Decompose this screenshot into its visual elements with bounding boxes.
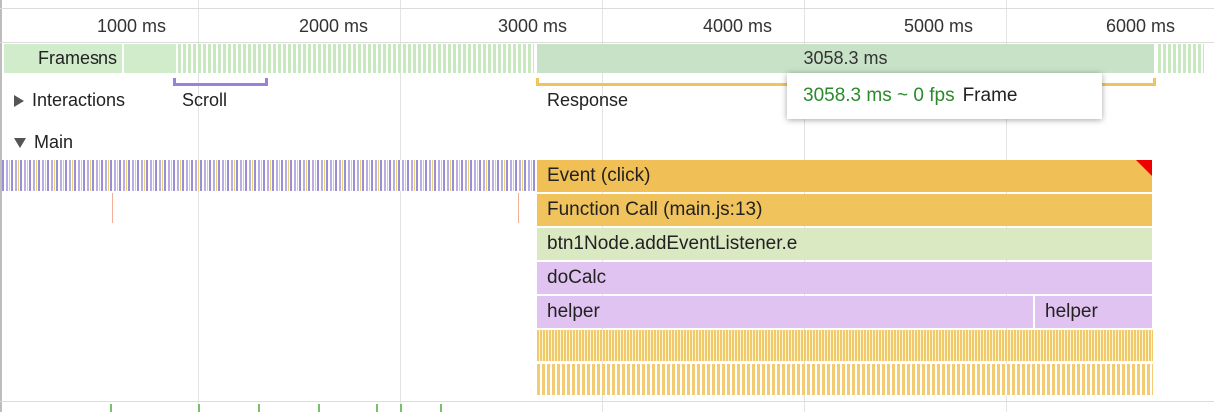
tooltip-kind: Frame: [962, 85, 1018, 106]
frame-marker: [198, 404, 200, 412]
main-track-label: Main: [34, 132, 74, 152]
scroll-interaction-label: Scroll: [182, 90, 228, 110]
frame-block[interactable]: [124, 44, 176, 73]
long-frame-duration: 3058.3 ms: [803, 48, 888, 68]
frame-marker: [110, 404, 112, 412]
frames-strip[interactable]: [178, 44, 534, 73]
ruler-tick: 3000 ms: [498, 16, 568, 36]
response-interaction-label: Response: [547, 90, 629, 110]
expand-right-icon[interactable]: [14, 94, 24, 107]
ruler-tick: 2000 ms: [299, 16, 369, 36]
flame-slice-helper[interactable]: helper: [1035, 296, 1153, 328]
collapse-down-icon[interactable]: [14, 137, 26, 148]
dense-call-stripes[interactable]: [537, 330, 1153, 361]
frame-marker: [376, 404, 378, 412]
flame-slice-listener[interactable]: btn1Node.addEventListener.e: [537, 228, 1153, 260]
frames-strip[interactable]: [1158, 44, 1204, 73]
ruler-tick: 5000 ms: [904, 16, 974, 36]
small-task[interactable]: [518, 193, 519, 223]
performance-timeline[interactable]: 1000 ms 2000 ms 3000 ms 4000 ms 5000 ms …: [0, 0, 1214, 412]
track-bottom-border: [0, 401, 1214, 402]
small-task[interactable]: [112, 193, 113, 223]
panel-left-border: [0, 0, 2, 412]
ruler-tick: 4000 ms: [703, 16, 773, 36]
frame-marker: [400, 404, 402, 412]
warning-triangle-icon: [1136, 160, 1152, 176]
scroll-interaction-bar[interactable]: [173, 78, 268, 86]
flame-slice-helper[interactable]: helper: [537, 296, 1034, 328]
long-frame[interactable]: 3058.3 ms: [537, 44, 1154, 73]
frame-marker: [440, 404, 442, 412]
ruler-tick: 1000 ms: [97, 16, 167, 36]
main-task-stripes[interactable]: [2, 160, 535, 191]
main-track-header[interactable]: Main: [14, 132, 73, 153]
flame-slice-event-click[interactable]: Event (click): [537, 160, 1153, 192]
flame-slice-function-call[interactable]: Function Call (main.js:13): [537, 194, 1153, 226]
frame-marker: [318, 404, 320, 412]
interactions-track-label: Interactions: [32, 90, 126, 110]
dense-call-stripes[interactable]: [537, 364, 1153, 395]
frame-marker: [258, 404, 260, 412]
ruler-bottom-border: [0, 42, 1214, 43]
interactions-track-header[interactable]: Interactions: [14, 90, 125, 111]
frames-track-label: Frames ns: [38, 48, 118, 68]
tooltip-fps: 3058.3 ms ~ 0 fps: [803, 85, 955, 106]
flame-slice-docalc[interactable]: doCalc: [537, 262, 1153, 294]
ruler-tick: 6000 ms: [1106, 16, 1176, 36]
frame-tooltip: 3058.3 ms ~ 0 fps Frame: [787, 73, 1102, 119]
ruler-top-border: [0, 8, 1214, 9]
